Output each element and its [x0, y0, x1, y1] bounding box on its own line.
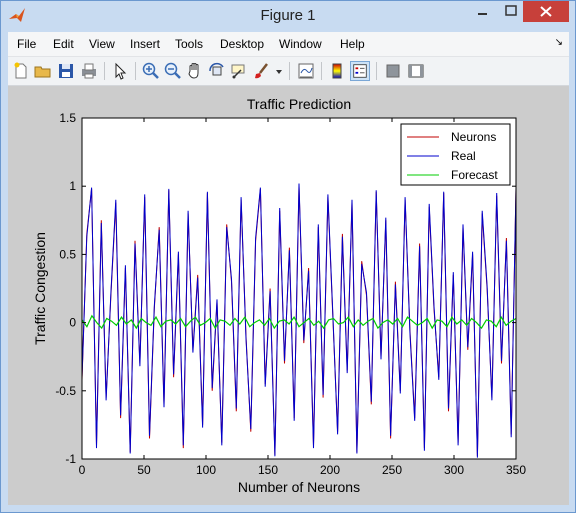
close-button[interactable]	[523, 1, 569, 22]
data-cursor-icon[interactable]	[229, 61, 249, 81]
show-plot-tools-icon[interactable]	[406, 61, 426, 81]
menu-insert[interactable]: Insert	[130, 37, 160, 51]
y-tick-label: 0	[69, 316, 76, 330]
zoom-out-icon[interactable]	[163, 61, 183, 81]
x-axis-label: Number of Neurons	[238, 479, 360, 495]
legend-label: Forecast	[451, 168, 498, 182]
x-tick-label: 50	[137, 463, 151, 477]
maximize-button[interactable]	[498, 1, 525, 22]
toolbar-separator	[376, 62, 377, 80]
insert-legend-icon[interactable]	[350, 61, 370, 81]
save-icon[interactable]	[56, 61, 76, 81]
menu-tools[interactable]: Tools	[175, 37, 203, 51]
brush-icon[interactable]	[252, 61, 272, 81]
y-tick-label: 1	[69, 179, 76, 193]
menu-desktop[interactable]: Desktop	[220, 37, 264, 51]
hide-plot-tools-icon[interactable]	[383, 61, 403, 81]
menu-window[interactable]: Window	[279, 37, 322, 51]
matlab-figure-window: Figure 1 File Edit View Insert Tools Des…	[0, 0, 576, 513]
y-axis-label: Traffic Congestion	[32, 232, 48, 345]
close-icon	[540, 6, 552, 17]
toolbar-separator	[321, 62, 322, 80]
title-bar[interactable]: Figure 1	[1, 1, 575, 31]
y-tick-label: 0.5	[59, 247, 76, 261]
toolbar-separator	[104, 62, 105, 80]
figure-toolbar	[8, 57, 569, 86]
menu-view[interactable]: View	[89, 37, 115, 51]
x-tick-label: 150	[258, 463, 278, 477]
chart-title: Traffic Prediction	[247, 96, 351, 112]
x-tick-label: 100	[196, 463, 216, 477]
traffic-prediction-chart: 0 50 100 150 200 250 300 350 -1 -0.5 0 0.5 1 1.5 Traff…	[32, 96, 526, 495]
zoom-in-icon[interactable]	[141, 61, 161, 81]
menu-edit[interactable]: Edit	[53, 37, 74, 51]
dock-figure-icon[interactable]: ↘	[555, 37, 563, 48]
insert-colorbar-icon[interactable]	[327, 61, 347, 81]
y-tick-label: 1.5	[59, 111, 76, 125]
figure-canvas: 0 50 100 150 200 250 300 350 -1 -0.5 0 0.5 1 1.5 Traff…	[8, 86, 569, 505]
new-figure-icon[interactable]	[11, 61, 31, 81]
minimize-icon	[478, 13, 487, 15]
x-tick-label: 200	[320, 463, 340, 477]
legend-label: Neurons	[451, 130, 496, 144]
brush-dropdown-icon[interactable]	[274, 61, 284, 81]
link-plot-icon[interactable]	[296, 61, 316, 81]
legend-label: Real	[451, 149, 476, 163]
x-tick-label: 300	[444, 463, 464, 477]
x-tick-label: 0	[79, 463, 86, 477]
rotate-3d-icon[interactable]	[207, 61, 227, 81]
x-tick-label: 250	[382, 463, 402, 477]
print-icon[interactable]	[79, 61, 99, 81]
y-tick-label: -1	[65, 452, 76, 466]
maximize-icon	[505, 5, 517, 16]
menu-bar: File Edit View Insert Tools Desktop Wind…	[8, 32, 569, 57]
toolbar-separator	[289, 62, 290, 80]
x-tick-label: 350	[506, 463, 526, 477]
minimize-button[interactable]	[469, 1, 496, 22]
menu-file[interactable]: File	[17, 37, 36, 51]
y-tick-label: -0.5	[55, 384, 76, 398]
open-file-icon[interactable]	[33, 61, 53, 81]
pan-hand-icon[interactable]	[185, 61, 205, 81]
menu-help[interactable]: Help	[340, 37, 365, 51]
edit-plot-arrow-icon[interactable]	[110, 61, 130, 81]
toolbar-separator	[135, 62, 136, 80]
